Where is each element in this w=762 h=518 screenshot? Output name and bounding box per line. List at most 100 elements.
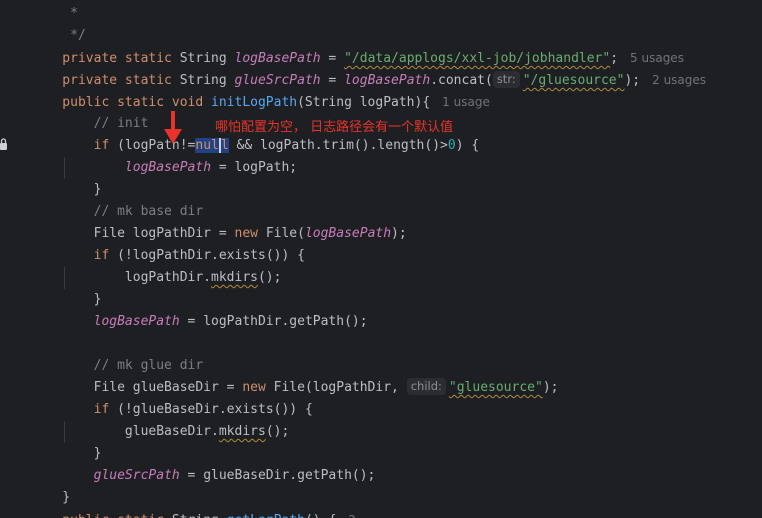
code-line[interactable]: private static String glueSrcPath = logB… bbox=[0, 69, 762, 91]
parameter-hint: child: bbox=[406, 378, 446, 395]
code-token: private static bbox=[31, 51, 180, 66]
code-token: glueSrcPath bbox=[93, 468, 180, 483]
code-token: * bbox=[31, 6, 78, 21]
code-token: = bbox=[320, 51, 345, 66]
code-token: logPathDir. bbox=[31, 270, 212, 285]
usages-hint[interactable]: 2 bbox=[348, 513, 356, 518]
code-token: = logPathDir.getPath(); bbox=[179, 314, 368, 329]
code-line[interactable]: * bbox=[0, 3, 762, 25]
code-token: initLogPath bbox=[211, 95, 298, 110]
indent-guide bbox=[63, 157, 65, 179]
code-line[interactable]: } bbox=[0, 289, 762, 311]
code-line[interactable] bbox=[0, 333, 762, 355]
code-token: ); bbox=[542, 380, 559, 395]
code-token: "gluesource" bbox=[448, 380, 543, 395]
code-line[interactable]: // mk glue dir bbox=[0, 355, 762, 377]
code-line[interactable]: // mk base dir bbox=[0, 201, 762, 223]
code-token: = bbox=[320, 73, 345, 88]
code-token: (); bbox=[257, 270, 282, 285]
code-token: (!logPathDir.exists()) { bbox=[117, 248, 305, 263]
code-token: logBasePath bbox=[93, 314, 180, 329]
code-token: */ bbox=[31, 28, 86, 43]
code-token: mkdirs bbox=[218, 424, 266, 439]
code-token: "/data/applogs/xxl-job/jobhandler" bbox=[344, 51, 611, 66]
code-line[interactable]: } bbox=[0, 487, 762, 509]
usages-hint[interactable]: 2 usages bbox=[652, 73, 706, 87]
parameter-hint: str: bbox=[492, 71, 520, 88]
code-token: File( bbox=[265, 226, 305, 241]
code-token: logBasePath bbox=[234, 51, 321, 66]
code-line[interactable]: */ bbox=[0, 25, 762, 47]
code-token: private static bbox=[31, 73, 180, 88]
code-token: (logPath!= bbox=[117, 138, 196, 153]
indent-guide bbox=[63, 421, 65, 443]
code-token: } bbox=[31, 292, 102, 307]
code-line[interactable]: File logPathDir = new File(logBasePath); bbox=[0, 223, 762, 245]
code-token: String bbox=[179, 73, 235, 88]
code-token: // mk glue dir bbox=[31, 358, 204, 373]
code-token: logPath.trim().length()> bbox=[260, 138, 448, 153]
code-line[interactable]: glueSrcPath = glueBaseDir.getPath(); bbox=[0, 465, 762, 487]
usages-hint[interactable]: 5 usages bbox=[630, 51, 684, 65]
code-token: // init bbox=[31, 116, 149, 131]
code-token: } bbox=[31, 446, 102, 461]
code-line[interactable]: glueBaseDir.mkdirs(); bbox=[0, 421, 762, 443]
code-token: logBasePath bbox=[124, 160, 212, 175]
code-token: && bbox=[228, 138, 261, 153]
code-line[interactable]: if (!glueBaseDir.exists()) { bbox=[0, 399, 762, 421]
code-token: .concat( bbox=[430, 73, 493, 88]
annotation-text: 哪怕配置为空， 日志路径会有一个默认值 bbox=[215, 120, 454, 135]
code-token: if bbox=[93, 248, 118, 263]
code-token: ; bbox=[610, 51, 619, 66]
code-token: () { bbox=[305, 513, 336, 518]
code-token: ); bbox=[624, 73, 641, 88]
code-line[interactable]: if (!logPathDir.exists()) { bbox=[0, 245, 762, 267]
code-token: File(logPathDir, bbox=[273, 380, 407, 395]
code-line[interactable]: logBasePath = logPathDir.getPath(); bbox=[0, 311, 762, 333]
code-token: (String logPath){ bbox=[297, 95, 431, 110]
code-token: new bbox=[242, 380, 274, 395]
code-line[interactable]: public static String getLogPath() { 2 bbox=[0, 509, 762, 518]
code-line[interactable]: logBasePath = logPath; bbox=[0, 157, 762, 179]
code-token: = logPath; bbox=[211, 160, 298, 175]
down-arrow-icon bbox=[164, 111, 182, 144]
code-token: File glueBaseDir = bbox=[31, 380, 243, 395]
code-token: logBasePath bbox=[304, 226, 392, 241]
code-token: public static void bbox=[31, 95, 212, 110]
code-token: 0 bbox=[447, 138, 456, 153]
code-line[interactable]: public static void initLogPath(String lo… bbox=[0, 91, 762, 113]
code-token: l bbox=[218, 138, 229, 153]
code-token: // mk base dir bbox=[31, 204, 204, 219]
code-token: glueBaseDir. bbox=[31, 424, 219, 439]
code-token: String bbox=[172, 513, 227, 518]
usages-hint[interactable]: 1 usage bbox=[442, 95, 490, 109]
code-token: getLogPath bbox=[227, 513, 305, 518]
code-line[interactable]: if (logPath!=nul l && logPath.trim().leng… bbox=[0, 135, 762, 157]
code-line[interactable]: logPathDir.mkdirs(); bbox=[0, 267, 762, 289]
code-token: "/gluesource" bbox=[522, 73, 625, 88]
code-line[interactable]: } bbox=[0, 443, 762, 465]
code-token: if bbox=[93, 402, 118, 417]
code-token: = glueBaseDir.getPath(); bbox=[179, 468, 376, 483]
indent-guide bbox=[63, 267, 65, 289]
code-line[interactable]: File glueBaseDir = new File(logPathDir, … bbox=[0, 377, 762, 399]
code-token: new bbox=[234, 226, 266, 241]
code-token: } bbox=[31, 182, 102, 197]
code-editor[interactable]: * */ private static String logBasePath =… bbox=[0, 0, 762, 518]
code-token: ); bbox=[391, 226, 407, 241]
code-token: (); bbox=[265, 424, 290, 439]
code-token: public static bbox=[31, 513, 172, 518]
code-token: nul bbox=[195, 138, 219, 153]
code-token: if bbox=[93, 138, 118, 153]
code-token: String bbox=[179, 51, 235, 66]
code-token: File logPathDir = bbox=[31, 226, 235, 241]
code-line[interactable]: } bbox=[0, 179, 762, 201]
code-line[interactable]: private static String logBasePath = "/da… bbox=[0, 47, 762, 69]
code-token: (!glueBaseDir.exists()) { bbox=[117, 402, 313, 417]
